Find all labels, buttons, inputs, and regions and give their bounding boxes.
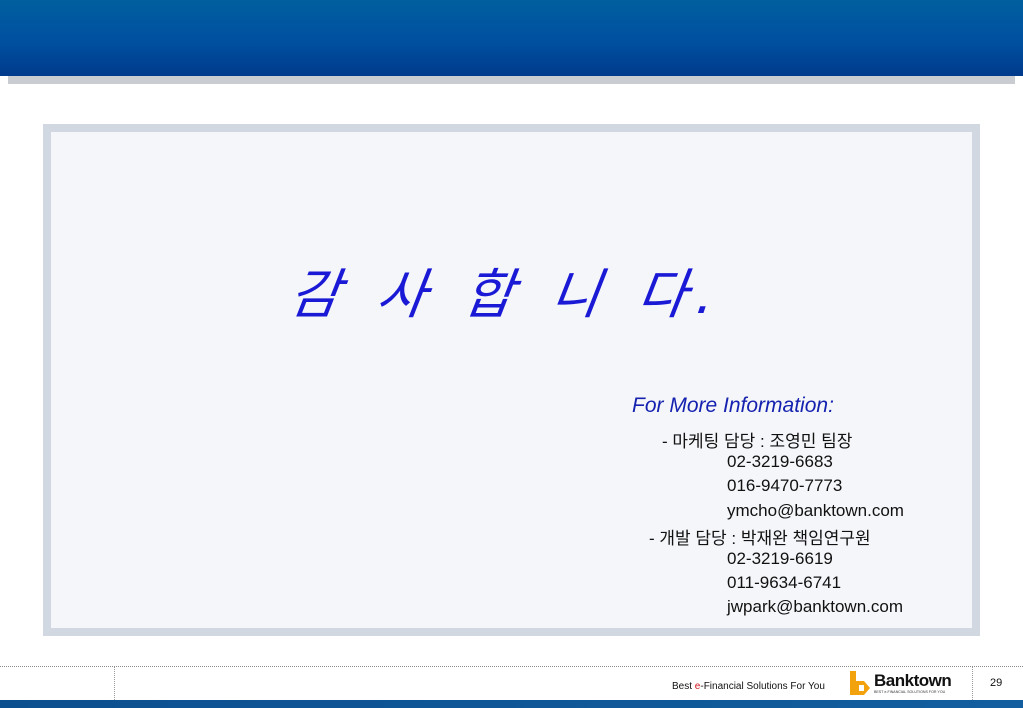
logo-text: Banktown (874, 671, 952, 690)
marketing-mobile: 016-9470-7773 (727, 476, 843, 495)
banktown-logo-icon (850, 671, 870, 695)
footer-bar (0, 700, 1023, 708)
footer-separator-right (972, 667, 973, 700)
dev-contact: - 개발 담당 : 박재완 책임연구원 (649, 529, 871, 548)
footer-separator-left (114, 667, 115, 700)
logo-tagline: BEST e-FINANCIAL SOLUTIONS FOR YOU (874, 690, 946, 694)
dev-mobile: 011-9634-6741 (727, 573, 842, 592)
slogan-suffix: -Financial Solutions For You (700, 681, 825, 692)
info-title: For More Information: (632, 394, 834, 417)
page-number: 29 (990, 677, 1003, 689)
dev-phone: 02-3219-6619 (727, 549, 833, 568)
header-shadow (8, 76, 1015, 84)
footer-divider (0, 666, 1023, 667)
footer-slogan: Best e-Financial Solutions For You (672, 681, 825, 692)
marketing-email: ymcho@banktown.com (727, 501, 904, 520)
dev-email: jwpark@banktown.com (727, 597, 903, 616)
content-panel: 감 사 합 니 다. For More Information: - 마케팅 담… (51, 132, 972, 628)
slogan-prefix: Best (672, 681, 695, 692)
content-frame: 감 사 합 니 다. For More Information: - 마케팅 담… (43, 124, 980, 636)
thank-you-heading: 감 사 합 니 다. (285, 263, 729, 326)
marketing-phone: 02-3219-6683 (727, 452, 833, 471)
header-bar (0, 0, 1023, 76)
banktown-logo: Banktown BEST e-FINANCIAL SOLUTIONS FOR … (850, 669, 960, 697)
marketing-contact: - 마케팅 담당 : 조영민 팀장 (662, 432, 853, 451)
